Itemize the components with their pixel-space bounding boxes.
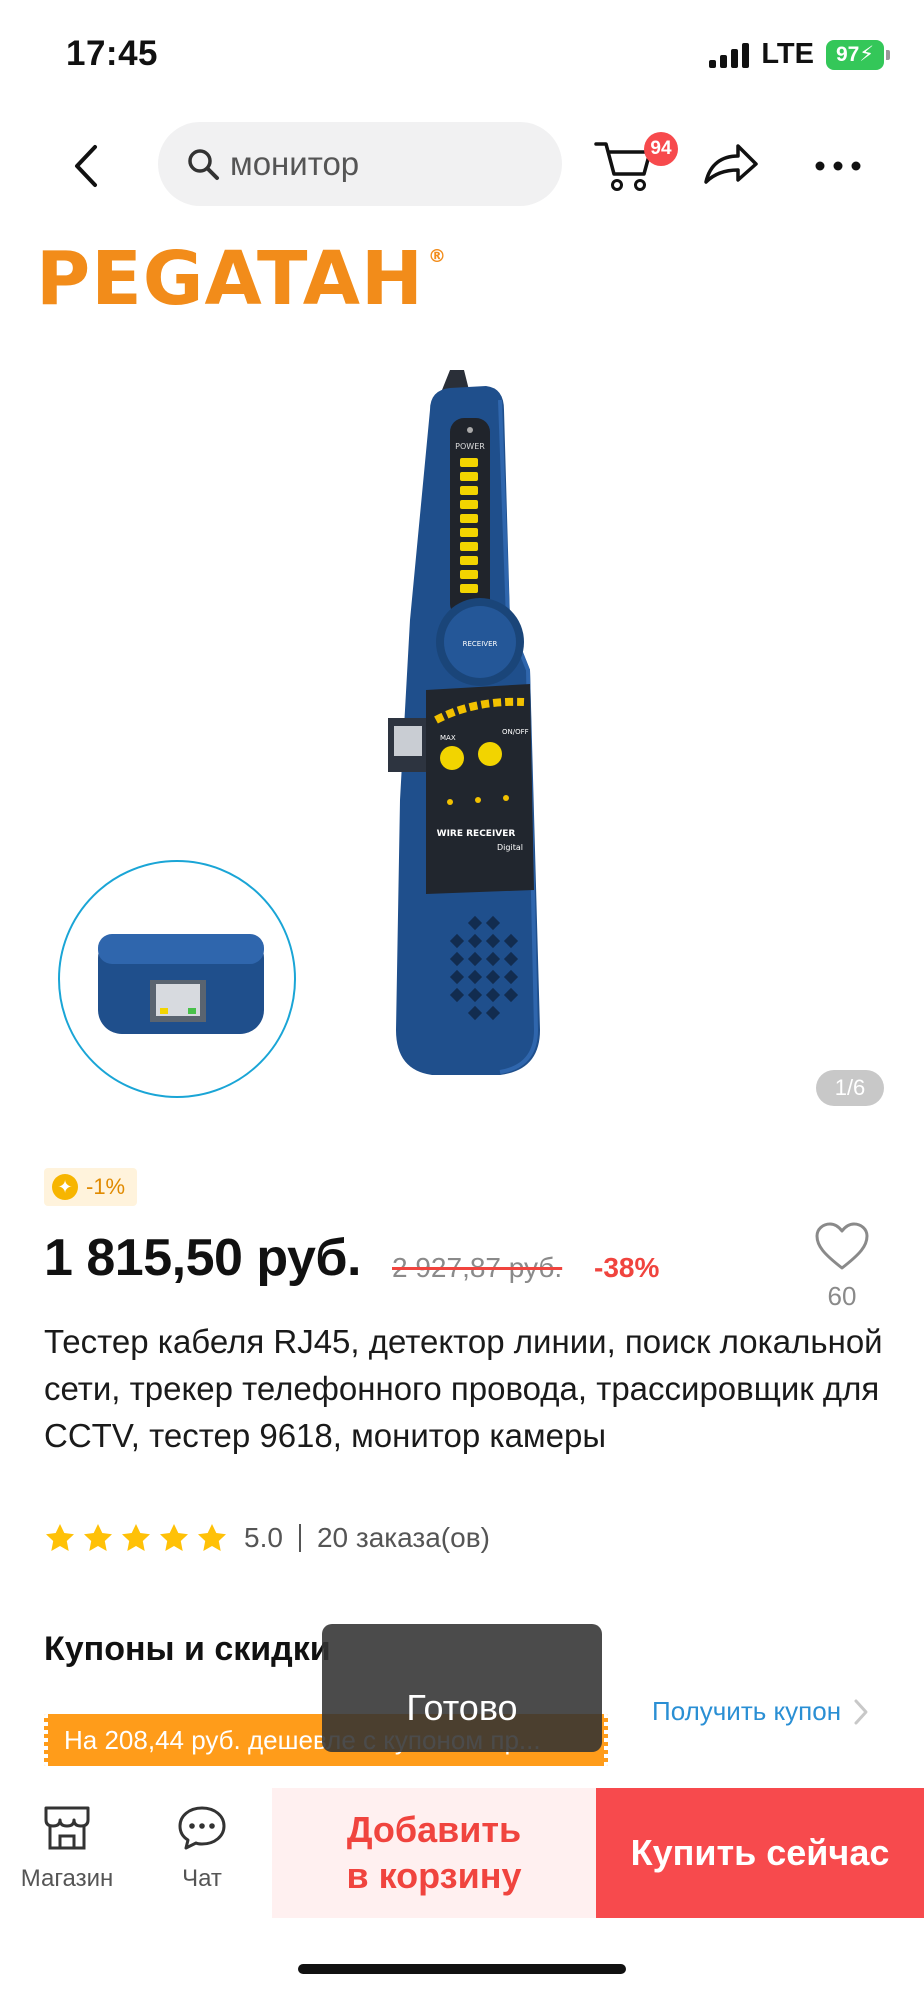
search-placeholder: монитор	[230, 145, 360, 182]
heart-icon	[815, 1222, 869, 1270]
share-button[interactable]	[700, 134, 762, 196]
star-icon	[198, 1524, 226, 1551]
star-icon	[84, 1524, 112, 1551]
coin-icon: ✦	[52, 1174, 78, 1200]
store-icon	[44, 1806, 90, 1850]
back-icon	[75, 145, 97, 187]
product-title: Тестер кабеля RJ45, детектор линии, поис…	[44, 1323, 883, 1454]
coupons-heading: Купоны и скидки	[44, 1630, 331, 1668]
top-nav: монитор 94	[0, 110, 924, 220]
discount-badge-label: -1%	[86, 1174, 126, 1199]
chat-tab[interactable]: Чат	[147, 1804, 257, 1893]
product-detail-inset	[58, 860, 296, 1098]
rating-value: 5.0	[244, 1522, 283, 1553]
rating-divider	[298, 1524, 301, 1552]
device-model-label: WIRE RECEIVER	[437, 829, 516, 839]
status-bar: 17:45 LTE 97 ⚡	[0, 0, 924, 110]
star-icon	[122, 1524, 150, 1551]
rating-row[interactable]: 5.0 20 заказа(ов)	[44, 1522, 490, 1554]
brand-logo: PEGATAH ®	[36, 236, 447, 322]
toast: Готово	[322, 1624, 602, 1752]
bottom-action-bar: Магазин Чат Добавить в корзину Купить сей…	[0, 1788, 924, 1918]
add-to-cart-line2: в корзину	[346, 1855, 522, 1896]
toast-text: Готово	[406, 1687, 518, 1728]
get-coupon-link[interactable]: Получить купон	[652, 1696, 869, 1727]
rj45-port-image	[98, 934, 264, 1034]
cart-badge: 94	[644, 132, 678, 166]
device-max-label: MAX	[440, 734, 456, 742]
discount-percent: -38%	[594, 1252, 660, 1283]
rating-stars	[44, 1522, 228, 1554]
old-price: 2 927,87 руб.	[392, 1252, 563, 1283]
chat-icon	[178, 1806, 226, 1850]
gallery-counter: 1/6	[816, 1070, 884, 1106]
device-model-sub: Digital	[497, 843, 523, 852]
search-input[interactable]: монитор	[158, 122, 562, 206]
star-icon	[160, 1524, 188, 1551]
share-icon	[704, 144, 758, 184]
product-image: POWER RECEIVER MAX ON/OFF WIRE RECEIVER …	[388, 370, 540, 1075]
add-to-cart-button[interactable]: Добавить в корзину	[272, 1788, 596, 1918]
favorite-count: 60	[827, 1281, 857, 1311]
device-receiver-label: RECEIVER	[463, 640, 498, 648]
back-button[interactable]	[58, 138, 114, 194]
product-gallery[interactable]: PEGATAH ® POWER RECEIVER MAX ON/OFF WIRE…	[0, 220, 924, 1120]
more-button[interactable]	[808, 138, 868, 194]
battery-level: 97	[835, 42, 860, 66]
current-price: 1 815,50 руб.	[44, 1229, 361, 1287]
battery-icon: 97 ⚡	[826, 39, 890, 70]
discount-badge[interactable]: ✦ -1%	[44, 1168, 138, 1206]
favorite-button[interactable]: 60	[810, 1222, 874, 1312]
brand-registered-mark: ®	[427, 246, 447, 267]
network-label: LTE	[761, 38, 814, 70]
home-indicator[interactable]	[298, 1964, 626, 1974]
status-indicators: LTE 97 ⚡	[709, 38, 890, 71]
chevron-right-icon	[854, 1699, 868, 1724]
more-icon	[815, 161, 861, 171]
orders-count: 20 заказа(ов)	[316, 1522, 490, 1553]
add-to-cart-line1: Добавить	[346, 1809, 522, 1850]
store-tab[interactable]: Магазин	[12, 1804, 122, 1893]
get-coupon-label: Получить купон	[652, 1696, 842, 1726]
device-power-label: POWER	[455, 442, 485, 451]
device-on-off-label: ON/OFF	[502, 728, 529, 736]
store-tab-label: Магазин	[20, 1865, 114, 1892]
chat-tab-label: Чат	[182, 1865, 222, 1892]
buy-now-button[interactable]: Купить сейчас	[596, 1788, 924, 1918]
signal-icon	[709, 42, 750, 68]
search-icon	[188, 149, 219, 180]
status-time: 17:45	[66, 34, 159, 73]
brand-name: PEGATAH	[36, 236, 424, 322]
star-icon	[46, 1524, 74, 1551]
